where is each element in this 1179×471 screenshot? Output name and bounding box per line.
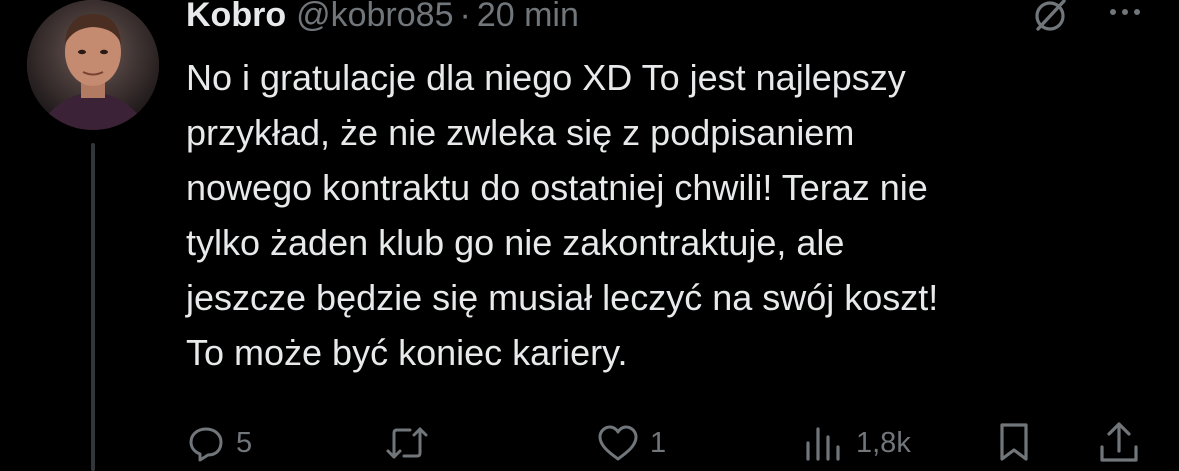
- thread-line: [91, 143, 95, 471]
- tweet[interactable]: Kobro @kobro85 · 20 min No i gratulacje …: [0, 0, 1179, 471]
- reply-icon: [186, 423, 226, 463]
- views-button[interactable]: 1,8k: [802, 418, 911, 468]
- views-icon: [802, 423, 846, 463]
- display-name[interactable]: Kobro: [186, 0, 286, 35]
- like-icon: [596, 423, 640, 463]
- repost-icon: [384, 423, 430, 463]
- reply-button[interactable]: 5: [186, 418, 252, 468]
- reply-count: 5: [236, 426, 253, 459]
- share-icon: [1098, 421, 1140, 465]
- avatar[interactable]: [27, 0, 159, 130]
- bookmark-icon: [994, 421, 1034, 465]
- repost-button[interactable]: [384, 418, 440, 468]
- timestamp[interactable]: 20 min: [477, 0, 579, 35]
- like-button[interactable]: 1: [596, 418, 666, 468]
- tweet-header: Kobro @kobro85 · 20 min: [186, 0, 579, 38]
- separator-dot: ·: [459, 0, 471, 34]
- tweet-text: No i gratulacje dla niego XD To jest naj…: [186, 57, 939, 373]
- bookmark-button[interactable]: [994, 418, 1034, 468]
- grok-icon[interactable]: [1030, 0, 1070, 34]
- views-count: 1,8k: [856, 426, 911, 459]
- share-button[interactable]: [1098, 418, 1140, 468]
- user-handle[interactable]: @kobro85: [296, 0, 453, 35]
- action-bar: 5 1 1,8k: [186, 418, 1146, 468]
- more-icon[interactable]: [1105, 0, 1145, 28]
- like-count: 1: [650, 426, 667, 459]
